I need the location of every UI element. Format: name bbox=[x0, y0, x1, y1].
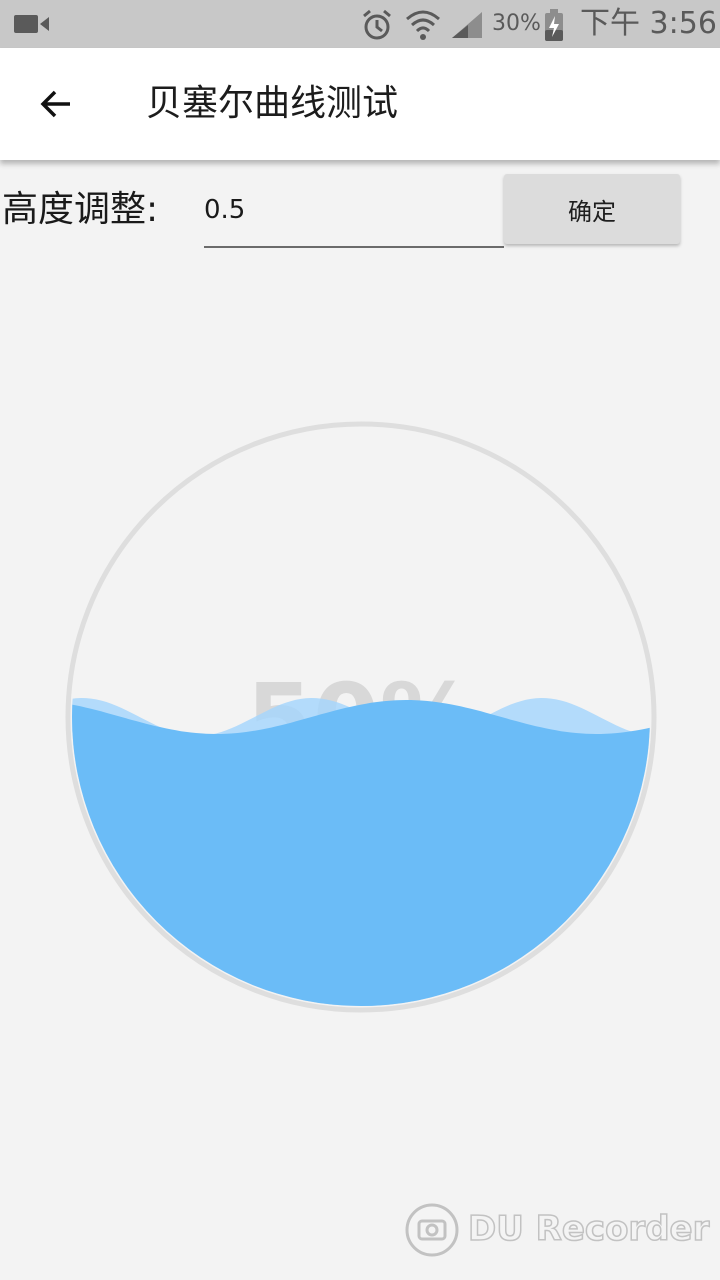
battery-charging-icon bbox=[545, 9, 563, 41]
front-wave bbox=[72, 700, 650, 1006]
page-title: 贝塞尔曲线测试 bbox=[146, 83, 399, 124]
alarm-clock-icon bbox=[363, 9, 391, 40]
wave-gauge: 50% bbox=[65, 421, 657, 1013]
back-button[interactable] bbox=[24, 72, 88, 136]
app-bar: 贝塞尔曲线测试 bbox=[0, 48, 720, 160]
status-clock: 下午 3:56 bbox=[580, 6, 717, 41]
height-adjust-label: 高度调整: bbox=[2, 189, 159, 230]
arrow-left-icon bbox=[40, 90, 70, 118]
screen-recorder-logo-icon bbox=[405, 1203, 459, 1257]
height-input[interactable] bbox=[204, 186, 504, 248]
cell-signal-icon bbox=[452, 12, 482, 38]
confirm-button[interactable]: 确定 bbox=[504, 174, 680, 244]
battery-percent: 30% bbox=[492, 11, 541, 36]
watermark-text: DU Recorder bbox=[467, 1208, 710, 1250]
video-recorder-icon bbox=[14, 15, 49, 33]
status-bar: 30% 下午 3:56 bbox=[0, 0, 720, 48]
watermark: DU Recorder bbox=[404, 1200, 710, 1260]
wifi-icon bbox=[406, 10, 440, 40]
